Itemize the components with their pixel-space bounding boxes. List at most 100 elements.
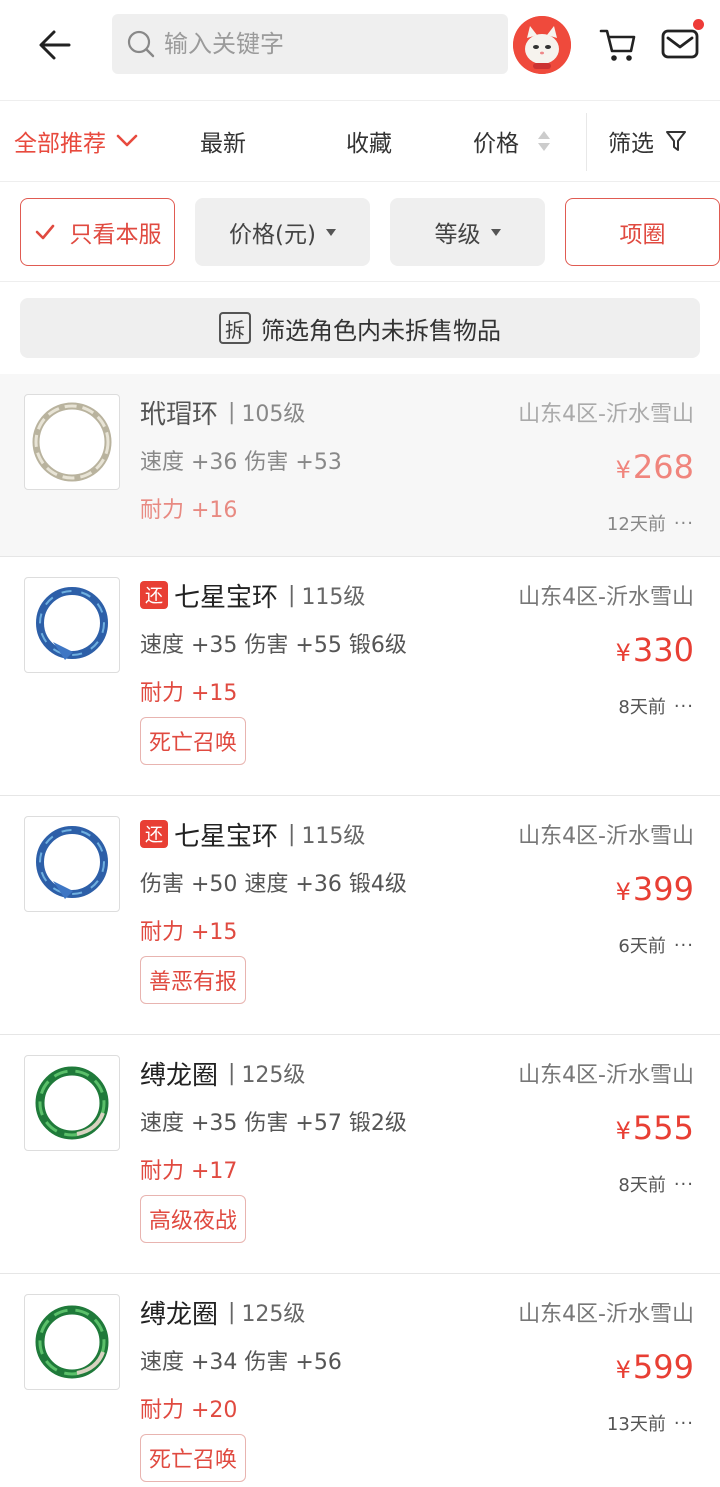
item-server: 山东4区-沂水雪山 xyxy=(518,1302,694,1327)
sort-arrows-icon xyxy=(538,131,550,151)
item-thumbnail xyxy=(24,816,120,912)
list-item[interactable]: 玳瑁环 | 105级 速度 +36 伤害 +53 耐力 +16 山东4区-沂水雪… xyxy=(0,374,720,557)
sort-price-label: 价格 xyxy=(473,131,519,157)
item-stats: 伤害 +50 速度 +36 锻4级 xyxy=(140,872,407,897)
only-this-server-chip[interactable]: 只看本服 xyxy=(20,198,175,266)
sort-favorite[interactable]: 收藏 xyxy=(346,101,392,181)
item-price: ¥330 xyxy=(616,631,694,669)
item-time: 12天前 xyxy=(606,514,666,535)
search-bar[interactable] xyxy=(112,14,508,74)
funnel-icon xyxy=(666,131,686,151)
cart-button[interactable] xyxy=(596,22,640,66)
return-tag: 还 xyxy=(140,581,168,609)
item-level: 115级 xyxy=(301,824,366,849)
item-price: ¥555 xyxy=(616,1109,694,1147)
list-item[interactable]: 还 七星宝环 | 115级 速度 +35 伤害 +55 锻6级 耐力 +15 死… xyxy=(0,557,720,796)
cat-avatar-icon xyxy=(513,16,571,74)
unread-dot xyxy=(693,19,704,30)
item-price-value: 268 xyxy=(632,448,694,486)
silver-ring-icon xyxy=(32,402,112,482)
item-stats: 速度 +36 伤害 +53 xyxy=(140,450,342,475)
message-button[interactable] xyxy=(658,19,704,66)
title-separator: | xyxy=(288,582,296,608)
price-range-chip[interactable]: 价格(元) xyxy=(195,198,370,266)
level-label: 等级 xyxy=(434,222,481,248)
item-skill-tag: 高级夜战 xyxy=(140,1195,247,1243)
list-item[interactable]: 缚龙圈 | 125级 速度 +34 伤害 +56 耐力 +20 死亡召唤 山东4… xyxy=(0,1274,720,1487)
sort-all-recommend-label: 全部推荐 xyxy=(14,131,106,157)
only-this-server-label: 只看本服 xyxy=(69,222,162,248)
item-skill-tag: 善恶有报 xyxy=(140,956,247,1004)
price-range-label: 价格(元) xyxy=(229,222,316,248)
item-stats: 速度 +35 伤害 +55 锻6级 xyxy=(140,633,407,658)
item-name: 缚龙圈 xyxy=(140,1060,219,1091)
item-durability: 耐力 +17 xyxy=(140,1159,238,1184)
item-price-value: 399 xyxy=(632,870,694,908)
blue-star-ring-icon xyxy=(36,587,108,660)
sort-divider xyxy=(586,113,587,171)
item-price: ¥268 xyxy=(616,448,694,486)
filter-label: 筛选 xyxy=(608,131,654,157)
currency-symbol: ¥ xyxy=(615,1356,631,1384)
item-thumbnail xyxy=(24,1294,120,1390)
item-durability: 耐力 +16 xyxy=(140,498,238,523)
item-durability: 耐力 +20 xyxy=(140,1398,238,1423)
more-icon[interactable]: ··· xyxy=(674,1413,694,1434)
category-chip[interactable]: 项圈 xyxy=(565,198,720,266)
mail-icon xyxy=(661,29,699,59)
item-price-value: 555 xyxy=(632,1109,694,1147)
list-item[interactable]: 缚龙圈 | 125级 速度 +35 伤害 +57 锻2级 耐力 +17 高级夜战… xyxy=(0,1035,720,1274)
item-time: 13天前 xyxy=(606,1414,666,1435)
avatar[interactable] xyxy=(513,16,571,74)
item-name: 七星宝环 xyxy=(174,821,279,852)
split-icon: 拆 xyxy=(219,312,251,344)
back-button[interactable] xyxy=(30,20,80,70)
search-icon xyxy=(126,29,156,59)
sort-all-recommend[interactable]: 全部推荐 xyxy=(14,101,140,181)
item-title-row: 玳瑁环 | 105级 xyxy=(140,392,305,432)
search-input[interactable] xyxy=(164,30,484,58)
dropdown-triangle-icon xyxy=(325,228,336,236)
item-stats: 速度 +34 伤害 +56 xyxy=(140,1350,342,1375)
item-durability: 耐力 +15 xyxy=(140,681,238,706)
item-title-row: 缚龙圈 | 125级 xyxy=(140,1292,305,1332)
item-server: 山东4区-沂水雪山 xyxy=(518,585,694,610)
item-time-row: 13天前 ··· xyxy=(607,1410,694,1436)
return-tag: 还 xyxy=(140,820,168,848)
item-price-value: 599 xyxy=(632,1348,694,1386)
more-icon[interactable]: ··· xyxy=(674,513,694,534)
filter-button[interactable]: 筛选 xyxy=(608,101,688,181)
dropdown-triangle-icon xyxy=(490,228,501,236)
more-icon[interactable]: ··· xyxy=(674,935,694,956)
item-price: ¥399 xyxy=(616,870,694,908)
unsplit-items-label: 筛选角色内未拆售物品 xyxy=(261,316,501,345)
item-time: 8天前 xyxy=(618,697,666,718)
sort-price[interactable]: 价格 xyxy=(473,101,553,181)
sort-favorite-label: 收藏 xyxy=(346,131,392,157)
item-stats: 速度 +35 伤害 +57 锻2级 xyxy=(140,1111,407,1136)
item-thumbnail xyxy=(24,394,120,490)
item-time-row: 6天前 ··· xyxy=(618,932,694,958)
item-time-row: 12天前 ··· xyxy=(607,510,694,536)
item-server: 山东4区-沂水雪山 xyxy=(518,1063,694,1088)
more-icon[interactable]: ··· xyxy=(674,1174,694,1195)
unsplit-items-filter[interactable]: 拆 筛选角色内未拆售物品 xyxy=(20,298,700,358)
item-name: 缚龙圈 xyxy=(140,1299,219,1330)
top-header xyxy=(0,0,720,100)
list-item[interactable]: 还 七星宝环 | 115级 伤害 +50 速度 +36 锻4级 耐力 +15 善… xyxy=(0,796,720,1035)
title-separator: | xyxy=(288,821,296,847)
item-price: ¥599 xyxy=(616,1348,694,1386)
item-thumbnail xyxy=(24,577,120,673)
currency-symbol: ¥ xyxy=(615,1117,631,1145)
item-server: 山东4区-沂水雪山 xyxy=(518,824,694,849)
item-name: 玳瑁环 xyxy=(140,399,219,430)
item-name: 七星宝环 xyxy=(174,582,279,613)
currency-symbol: ¥ xyxy=(615,639,631,667)
level-chip[interactable]: 等级 xyxy=(390,198,545,266)
green-dragon-ring-icon xyxy=(35,1305,109,1379)
item-title-row: 还 七星宝环 | 115级 xyxy=(140,575,365,615)
sort-newest[interactable]: 最新 xyxy=(200,101,246,181)
item-durability: 耐力 +15 xyxy=(140,920,238,945)
green-dragon-ring-icon xyxy=(35,1066,109,1140)
more-icon[interactable]: ··· xyxy=(674,696,694,717)
